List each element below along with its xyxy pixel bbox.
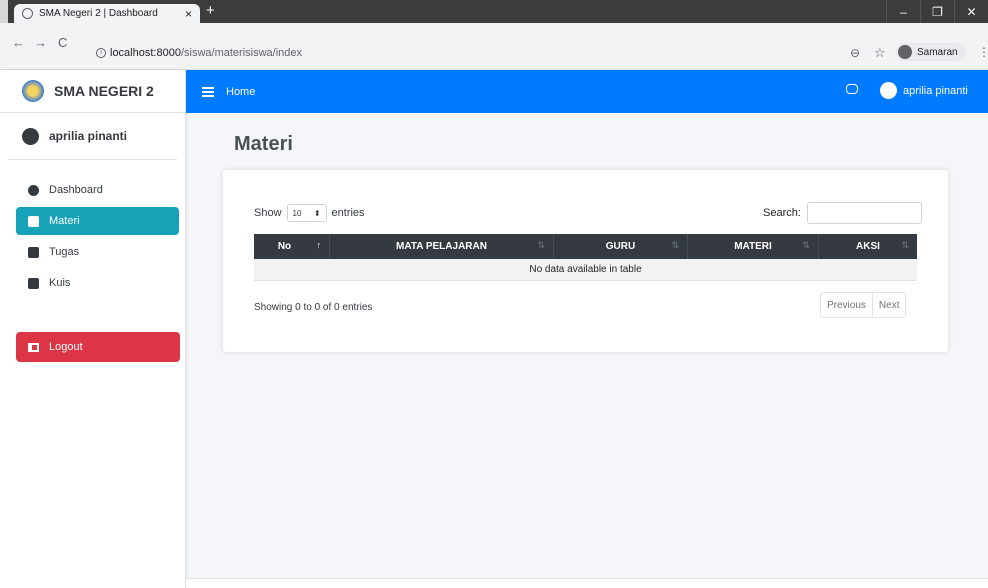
column-aksi[interactable]: AKSI ⇅ <box>819 234 917 259</box>
incognito-icon <box>898 45 912 59</box>
brand-text: SMA NEGERI 2 <box>54 83 154 99</box>
logout-button[interactable]: Logout <box>16 332 180 362</box>
column-mata-pelajaran[interactable]: MATA PELAJARAN ⇅ <box>330 234 554 259</box>
sidebar-item-label: Kuis <box>49 277 71 289</box>
zoom-icon[interactable]: ⊖ <box>850 46 860 60</box>
sort-icon: ⇅ <box>901 240 909 250</box>
column-no[interactable]: No ↑ <box>254 234 330 259</box>
profile-label: Samaran <box>917 46 958 58</box>
logout-label: Logout <box>49 341 83 353</box>
dashboard-icon <box>28 184 39 196</box>
sidebar-item-label: Tugas <box>49 246 80 258</box>
search-label: Search: <box>763 207 801 219</box>
sidebar-item-tugas[interactable]: Tugas <box>16 238 179 266</box>
school-logo <box>22 80 44 102</box>
tab-close-icon[interactable]: × <box>185 8 192 20</box>
entries-length-control: Show 10 ⬍ entries <box>254 204 365 222</box>
sort-icon: ⇅ <box>802 240 810 250</box>
sort-asc-icon: ↑ <box>316 240 322 250</box>
reload-icon[interactable]: C <box>58 35 67 50</box>
top-user-menu[interactable]: aprilia pinanti <box>880 82 968 99</box>
more-menu-icon[interactable]: ⋮ <box>978 45 988 59</box>
forward-icon[interactable]: → <box>34 35 47 50</box>
next-button[interactable]: Next <box>871 293 906 317</box>
column-materi[interactable]: MATERI ⇅ <box>688 234 819 259</box>
address-bar: ← → C i localhost:8000/siswa/materisiswa… <box>0 23 988 70</box>
profile-button[interactable]: Samaran <box>896 43 966 61</box>
empty-row: No data available in table <box>254 259 917 281</box>
search-input[interactable] <box>806 202 922 224</box>
restore-button[interactable]: ❐ <box>920 0 954 23</box>
hamburger-menu-icon[interactable] <box>202 86 214 97</box>
sidebar-item-dashboard[interactable]: Dashboard <box>16 176 179 204</box>
home-link[interactable]: Home <box>226 86 255 98</box>
close-window-button[interactable]: ✕ <box>954 0 988 23</box>
user-panel[interactable]: aprilia pinanti <box>8 113 177 160</box>
bookmark-star-icon[interactable]: ☆ <box>874 45 886 61</box>
sidebar-nav: Dashboard Materi Tugas Kuis <box>0 160 185 297</box>
table-search: Search: <box>763 202 922 224</box>
column-label: GURU <box>605 241 636 252</box>
table-info: Showing 0 to 0 of 0 entries <box>254 302 373 313</box>
tab-stub <box>0 0 8 23</box>
column-label: MATA PELAJARAN <box>396 241 487 252</box>
entries-value: 10 <box>292 208 302 218</box>
back-icon[interactable]: ← <box>12 35 25 50</box>
sidebar-item-label: Materi <box>49 215 80 227</box>
previous-button[interactable]: Previous <box>821 293 872 317</box>
site-info-icon[interactable]: i <box>96 48 106 58</box>
brand-link[interactable]: SMA NEGERI 2 <box>0 70 185 113</box>
materi-table: No ↑ MATA PELAJARAN ⇅ GURU ⇅ MATERI ⇅ AK… <box>254 234 917 281</box>
user-avatar-icon <box>880 82 897 99</box>
book-icon <box>28 215 39 227</box>
sort-icon: ⇅ <box>671 240 679 250</box>
top-user-name: aprilia pinanti <box>903 84 968 97</box>
browser-tab[interactable]: SMA Negeri 2 | Dashboard × <box>14 4 200 23</box>
top-navbar: Home aprilia pinanti <box>186 70 988 113</box>
select-arrows-icon: ⬍ <box>313 208 321 218</box>
show-label: Show <box>254 207 282 219</box>
book-icon <box>28 277 39 289</box>
url-text[interactable]: localhost:8000/siswa/materisiswa/index <box>110 47 302 59</box>
chat-icon[interactable] <box>846 84 858 94</box>
table-header: No ↑ MATA PELAJARAN ⇅ GURU ⇅ MATERI ⇅ AK… <box>254 234 917 259</box>
logout-icon <box>28 342 39 352</box>
browser-tabbar: SMA Negeri 2 | Dashboard × + – ❐ ✕ <box>0 0 988 23</box>
sort-icon: ⇅ <box>537 240 545 250</box>
column-label: No <box>277 241 292 252</box>
sidebar-item-label: Dashboard <box>49 184 103 196</box>
column-label: MATERI <box>734 241 772 252</box>
tab-title: SMA Negeri 2 | Dashboard <box>39 8 158 19</box>
sidebar: SMA NEGERI 2 aprilia pinanti Dashboard M… <box>0 70 186 588</box>
book-icon <box>28 246 39 258</box>
content-wrapper: Materi Show 10 ⬍ entries Search: No ↑ MA… <box>186 113 988 588</box>
pagination: Previous Next <box>820 292 907 318</box>
column-guru[interactable]: GURU ⇅ <box>554 234 688 259</box>
url-host: localhost:8000 <box>110 47 181 59</box>
sidebar-item-kuis[interactable]: Kuis <box>16 269 179 297</box>
new-tab-button[interactable]: + <box>206 3 215 19</box>
user-avatar-icon <box>22 127 39 145</box>
footer <box>186 578 988 588</box>
user-name: aprilia pinanti <box>49 129 128 143</box>
minimize-button[interactable]: – <box>886 0 920 23</box>
sidebar-item-materi[interactable]: Materi <box>16 207 179 235</box>
entries-label: entries <box>331 207 365 219</box>
materi-card: Show 10 ⬍ entries Search: No ↑ MATA PELA… <box>223 170 948 352</box>
url-path: /siswa/materisiswa/index <box>180 47 302 59</box>
entries-select[interactable]: 10 ⬍ <box>286 204 327 222</box>
page-title: Materi <box>234 133 293 155</box>
globe-icon <box>22 8 33 19</box>
column-label: AKSI <box>856 241 880 252</box>
